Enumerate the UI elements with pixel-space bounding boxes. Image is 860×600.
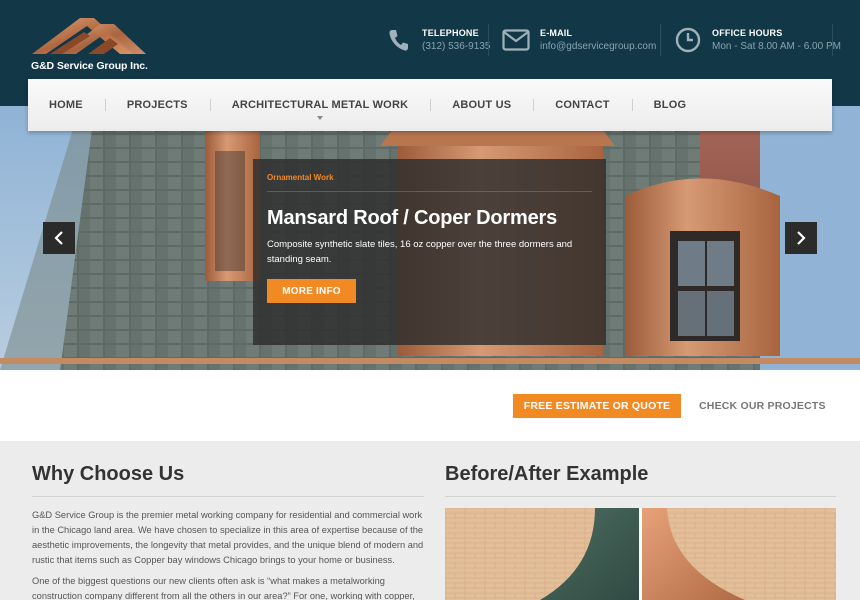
slide-title: Mansard Roof / Coper Dormers xyxy=(267,207,558,229)
why-paragraph-1: G&D Service Group is the premier metal w… xyxy=(32,510,424,565)
check-projects-link[interactable]: CHECK OUR PROJECTS xyxy=(699,394,826,418)
mail-icon xyxy=(502,26,530,54)
phone-icon xyxy=(384,26,412,54)
divider xyxy=(445,496,836,497)
cta-strip: FREE ESTIMATE OR QUOTE CHECK OUR PROJECT… xyxy=(0,370,860,441)
nav-about-us[interactable]: ABOUT US xyxy=(430,79,533,131)
before-after-heading: Before/After Example xyxy=(445,463,649,485)
divider xyxy=(267,191,592,192)
chevron-left-icon xyxy=(54,231,63,245)
contact-telephone: TELEPHONE (312) 536-9135 xyxy=(384,26,490,56)
slide-category[interactable]: Ornamental Work xyxy=(267,173,334,182)
prev-slide-button[interactable] xyxy=(43,222,75,254)
phone-number[interactable]: (312) 536-9135 xyxy=(422,41,490,52)
clock-icon xyxy=(674,26,702,54)
content-section: Why Choose Us G&D Service Group is the p… xyxy=(0,441,860,600)
divider xyxy=(488,24,489,56)
before-after-image[interactable] xyxy=(445,508,836,600)
nav-contact[interactable]: CONTACT xyxy=(533,79,631,131)
nav-label: ARCHITECTURAL METAL WORK xyxy=(231,99,409,111)
free-estimate-button[interactable]: FREE ESTIMATE OR QUOTE xyxy=(513,394,681,418)
nav-home[interactable]: HOME xyxy=(49,79,105,131)
nav-blog[interactable]: BLOG xyxy=(631,79,709,131)
divider xyxy=(32,496,424,497)
contact-hours: OFFICE HOURS Mon - Sat 8.00 AM - 6.00 PM xyxy=(674,26,841,56)
nav-architectural-metal-work[interactable]: ARCHITECTURAL METAL WORK xyxy=(209,79,431,131)
main-nav: HOME PROJECTS ARCHITECTURAL METAL WORK A… xyxy=(28,79,832,131)
why-paragraph-2: One of the biggest questions our new cli… xyxy=(32,576,415,600)
contact-email: E-MAIL info@gdservicegroup.com xyxy=(502,26,656,56)
email-link[interactable]: info@gdservicegroup.com xyxy=(540,41,656,52)
divider xyxy=(832,24,833,56)
divider xyxy=(660,24,661,56)
more-info-button[interactable]: MORE INFO xyxy=(267,279,356,303)
contact-title: OFFICE HOURS xyxy=(712,28,783,38)
office-hours: Mon - Sat 8.00 AM - 6.00 PM xyxy=(712,41,841,52)
hero-slider: Ornamental Work Mansard Roof / Coper Dor… xyxy=(0,106,860,370)
brand-name: G&D Service Group Inc. xyxy=(31,60,148,72)
chevron-right-icon xyxy=(797,231,806,245)
why-heading: Why Choose Us xyxy=(32,463,185,485)
next-slide-button[interactable] xyxy=(785,222,817,254)
slide-description: Composite synthetic slate tiles, 16 oz c… xyxy=(267,239,573,265)
nav-projects[interactable]: PROJECTS xyxy=(104,79,210,131)
slide-caption: Ornamental Work Mansard Roof / Coper Dor… xyxy=(253,159,606,345)
contact-title: TELEPHONE xyxy=(422,28,479,38)
contact-title: E-MAIL xyxy=(540,28,573,38)
caret-down-icon xyxy=(316,116,323,120)
